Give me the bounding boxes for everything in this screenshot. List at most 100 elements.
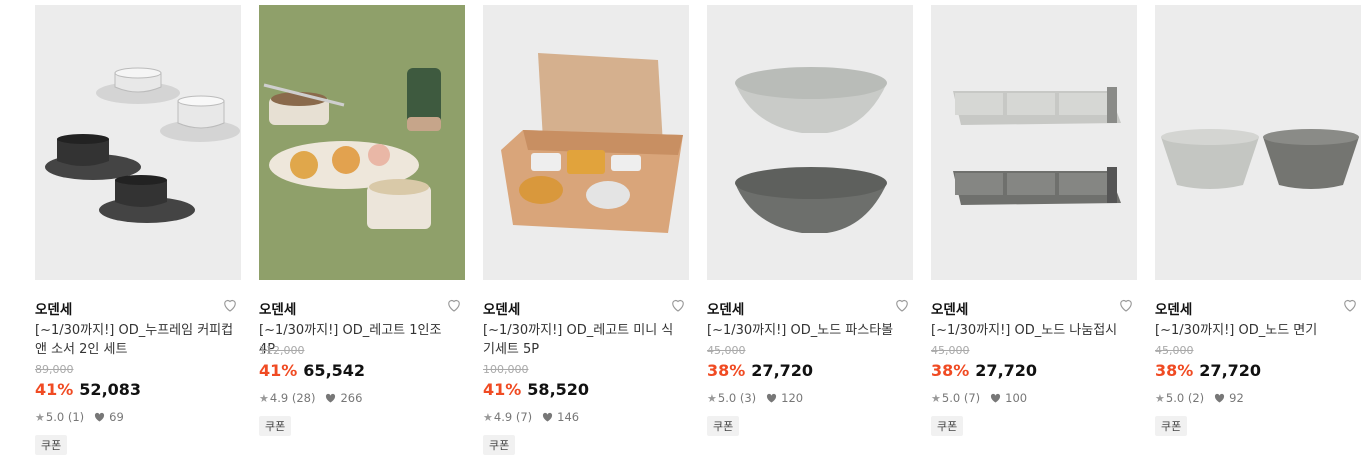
star-icon: ★	[707, 391, 717, 405]
review-count: (7)	[515, 410, 533, 424]
product-title[interactable]: [~1/30까지!] OD_레고트 미니 식기세트 5P	[483, 321, 683, 359]
coupon-badge: 쿠폰	[35, 435, 68, 455]
product-title[interactable]: [~1/30까지!] OD_노드 면기	[1155, 321, 1355, 340]
like-icon	[1215, 393, 1225, 403]
heart-icon[interactable]	[445, 296, 463, 314]
like-icon	[543, 412, 553, 422]
sale-price: 58,520	[527, 380, 590, 399]
heart-icon[interactable]	[1117, 296, 1135, 314]
coupon-badge: 쿠폰	[259, 416, 292, 436]
coupon-badge: 쿠폰	[483, 435, 516, 455]
original-price: 45,000	[931, 344, 970, 357]
like-count: 69	[109, 410, 124, 424]
heart-icon[interactable]	[1341, 296, 1359, 314]
rating: 4.9	[269, 391, 289, 405]
like-count: 100	[1005, 391, 1028, 405]
sale-price: 27,720	[751, 361, 814, 380]
star-icon: ★	[259, 391, 269, 405]
original-price: 45,000	[707, 344, 746, 357]
noodle-bowls-image	[1161, 129, 1359, 189]
price-row: 38% 27,720	[931, 361, 1037, 380]
product-title[interactable]: [~1/30까지!] OD_노드 나눔접시	[931, 321, 1131, 340]
price-row: 41% 52,083	[35, 380, 141, 399]
like-count: 92	[1229, 391, 1244, 405]
stats: ★ 5.0 (1) 69	[35, 410, 124, 424]
like-icon	[991, 393, 1001, 403]
star-icon: ★	[1155, 391, 1165, 405]
brand-name[interactable]: 오덴세	[483, 298, 520, 318]
product-card[interactable]: 오덴세 [~1/30까지!] OD_레고트 미니 식기세트 5P 100,000…	[483, 5, 689, 455]
divided-plates-image	[953, 87, 1121, 205]
tableware-on-green-image	[263, 68, 441, 229]
stats: ★ 5.0 (2) 92	[1155, 391, 1244, 405]
like-icon	[767, 393, 777, 403]
rating: 4.9	[493, 410, 513, 424]
rating: 5.0	[1165, 391, 1185, 405]
like-icon	[326, 393, 336, 403]
review-count: (28)	[291, 391, 316, 405]
original-price: 45,000	[1155, 344, 1194, 357]
discount-rate: 38%	[931, 361, 970, 380]
heart-icon[interactable]	[669, 296, 687, 314]
sale-price: 27,720	[1199, 361, 1262, 380]
review-count: (3)	[739, 391, 757, 405]
price-row: 41% 58,520	[483, 380, 589, 399]
original-price: 89,000	[35, 363, 74, 376]
original-price: 100,000	[483, 363, 529, 376]
product-image[interactable]	[1155, 5, 1361, 280]
product-image[interactable]	[35, 5, 241, 280]
pasta-bowls-image	[735, 67, 887, 233]
product-title[interactable]: [~1/30까지!] OD_누프레임 커피컵 앤 소서 2인 세트	[35, 321, 235, 359]
product-image[interactable]	[483, 5, 689, 280]
stats: ★ 5.0 (3) 120	[707, 391, 803, 405]
star-icon: ★	[483, 410, 493, 424]
like-count: 146	[557, 410, 580, 424]
stats: ★ 5.0 (7) 100	[931, 391, 1027, 405]
product-card[interactable]: 오덴세 [~1/30까지!] OD_누프레임 커피컵 앤 소서 2인 세트 89…	[35, 5, 241, 455]
price-row: 38% 27,720	[707, 361, 813, 380]
discount-rate: 41%	[483, 380, 522, 399]
product-image[interactable]	[259, 5, 465, 280]
star-icon: ★	[931, 391, 941, 405]
cup-and-saucer-set-image	[45, 67, 240, 223]
sale-price: 52,083	[79, 380, 142, 399]
product-image[interactable]	[931, 5, 1137, 280]
product-card[interactable]: 오덴세 [~1/30까지!] OD_노드 면기 45,000 38% 27,720…	[1155, 5, 1361, 436]
rating: 5.0	[717, 391, 737, 405]
coupon-badge: 쿠폰	[707, 416, 740, 436]
price-row: 41% 65,542	[259, 361, 365, 380]
product-card[interactable]: 오덴세 [~1/30까지!] OD_레고트 1인조 4P 112,000 41%…	[259, 5, 465, 436]
star-icon: ★	[35, 410, 45, 424]
discount-rate: 38%	[1155, 361, 1194, 380]
product-card[interactable]: 오덴세 [~1/30까지!] OD_노드 나눔접시 45,000 38% 27,7…	[931, 5, 1137, 436]
brand-name[interactable]: 오덴세	[259, 298, 296, 318]
product-image[interactable]	[707, 5, 913, 280]
heart-icon[interactable]	[893, 296, 911, 314]
review-count: (2)	[1187, 391, 1205, 405]
rating: 5.0	[941, 391, 961, 405]
brand-name[interactable]: 오덴세	[707, 298, 744, 318]
like-icon	[95, 412, 105, 422]
review-count: (7)	[963, 391, 981, 405]
brand-name[interactable]: 오덴세	[1155, 298, 1192, 318]
coupon-badge: 쿠폰	[1155, 416, 1188, 436]
stats: ★ 4.9 (7) 146	[483, 410, 579, 424]
sale-price: 65,542	[303, 361, 366, 380]
stats: ★ 4.9 (28) 266	[259, 391, 362, 405]
like-count: 266	[340, 391, 363, 405]
discount-rate: 41%	[259, 361, 298, 380]
gift-box-set-image	[501, 53, 683, 233]
brand-name[interactable]: 오덴세	[931, 298, 968, 318]
sale-price: 27,720	[975, 361, 1038, 380]
product-title[interactable]: [~1/30까지!] OD_노드 파스타볼	[707, 321, 907, 340]
like-count: 120	[781, 391, 804, 405]
coupon-badge: 쿠폰	[931, 416, 964, 436]
heart-icon[interactable]	[221, 296, 239, 314]
rating: 5.0	[45, 410, 65, 424]
original-price: 112,000	[259, 344, 305, 357]
review-count: (1)	[67, 410, 85, 424]
discount-rate: 41%	[35, 380, 74, 399]
product-card[interactable]: 오덴세 [~1/30까지!] OD_노드 파스타볼 45,000 38% 27,7…	[707, 5, 913, 436]
price-row: 38% 27,720	[1155, 361, 1261, 380]
brand-name[interactable]: 오덴세	[35, 298, 72, 318]
